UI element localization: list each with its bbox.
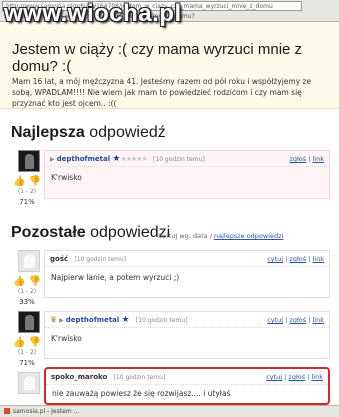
report-link[interactable]: zgłoś — [289, 155, 306, 163]
answer-time: [10 godzin temu] — [74, 256, 127, 263]
vote-percent: 71% — [19, 359, 35, 367]
answer-text: nie zauważą powiesz że się rozwijasz....… — [52, 389, 231, 398]
answer-author[interactable]: depthofmetal — [66, 316, 119, 324]
thumb-down-icon[interactable]: 👎 — [29, 337, 41, 348]
thumb-up-icon[interactable]: 👍 — [13, 176, 25, 187]
status-bar: samosia.pl - Jestem ... — [0, 405, 339, 417]
vote-box: 👍 👎 (1 - 2) 71% — [13, 176, 41, 206]
avatar[interactable] — [18, 250, 40, 272]
vote-percent: 33% — [19, 298, 35, 306]
thumb-up-icon[interactable]: 👍 — [13, 276, 25, 287]
other-answers-heading: Pozostałe odpowiedzi — [11, 224, 171, 241]
thumb-down-icon[interactable]: 👎 — [29, 176, 41, 187]
question-box: Jestem w ciąży :( czy mama wyrzuci mnie … — [0, 23, 339, 109]
thumb-down-icon[interactable]: 👎 — [29, 276, 41, 287]
answer-text: K'rwisko — [51, 173, 82, 182]
vote-count: (1 - 2) — [17, 288, 37, 295]
report-link[interactable]: zgłoś — [288, 373, 305, 381]
best-answer-heading: Najlepsza odpowiedź — [11, 124, 166, 141]
avatar[interactable] — [18, 372, 40, 394]
permalink[interactable]: link — [313, 155, 325, 163]
vote-count: (1 - 2) — [17, 188, 37, 195]
permalink[interactable]: link — [313, 255, 325, 263]
permalink[interactable]: link — [312, 373, 324, 381]
answer-card: ♛ ▶ depthofmetal ★ [10 godzin temu] cytuj … — [44, 311, 330, 359]
answer-links: cytuj | zgłoś | link — [267, 316, 324, 324]
answer-links: cytuj | zgłoś | link — [266, 373, 323, 381]
answer-text: K'rwisko — [51, 334, 82, 343]
report-link[interactable]: zgłoś — [289, 316, 306, 324]
vote-box: 👍 👎 (1 - 2) 33% — [13, 276, 41, 306]
star-icon: ★ — [121, 315, 130, 325]
quote-link[interactable]: cytuj — [267, 316, 283, 324]
answer-header: ▶ depthofmetal ★★★★★★ [10 godzin temu] — [45, 151, 329, 167]
report-link[interactable]: zgłoś — [289, 255, 306, 263]
arrow-icon: ▶ — [59, 317, 64, 324]
site-favicon-icon — [4, 408, 10, 414]
highlighted-answer-card: spoko_maroko [10 godzin temu] cytuj | zg… — [44, 367, 330, 405]
question-body: Mam 16 lat, a mój mężczyzna 41. Jesteśmy… — [12, 77, 312, 108]
thumb-up-icon[interactable]: 👍 — [13, 337, 25, 348]
arrow-icon: ▶ — [50, 156, 55, 163]
question-title: Jestem w ciąży :( czy mama wyrzuci mnie … — [12, 41, 303, 75]
vote-percent: 71% — [19, 198, 35, 206]
wiocha-watermark: www.wiocha.pl — [4, 0, 182, 27]
answer-author[interactable]: depthofmetal — [57, 155, 110, 163]
answer-author[interactable]: spoko_maroko — [51, 373, 107, 381]
avatar[interactable] — [18, 150, 40, 172]
answer-links: zgłoś | link — [289, 155, 324, 163]
answer-time: [10 godzin temu] — [113, 374, 166, 381]
quote-link[interactable]: cytuj — [266, 373, 282, 381]
sort-best-link[interactable]: najlepsze odpowiedzi — [214, 232, 283, 240]
crown-icon: ♛ — [50, 315, 58, 324]
best-answer-card: ▶ depthofmetal ★★★★★★ [10 godzin temu] zg… — [44, 150, 330, 199]
permalink[interactable]: link — [313, 316, 325, 324]
answer-links: cytuj | zgłoś | link — [267, 255, 324, 263]
sort-options: Sortuj wg: data / najlepsze odpowiedzi — [158, 232, 284, 240]
answer-text: Najpierw lanie, a potem wyrzuci ;) — [51, 273, 180, 282]
answer-card: gość [10 godzin temu] cytuj | zgłoś | li… — [44, 250, 330, 298]
answer-time: [10 godzin temu] — [153, 156, 205, 163]
answer-time: [10 godzin temu] — [135, 317, 188, 324]
rating-stars: ★★★★★ — [120, 155, 147, 163]
vote-box: 👍 👎 (1 - 2) 71% — [13, 337, 41, 367]
taskbar-window-title[interactable]: samosia.pl - Jestem ... — [13, 408, 79, 415]
avatar[interactable] — [18, 311, 40, 333]
vote-count: (1 - 2) — [17, 349, 37, 356]
quote-link[interactable]: cytuj — [267, 255, 283, 263]
answer-author[interactable]: gość — [50, 255, 68, 263]
